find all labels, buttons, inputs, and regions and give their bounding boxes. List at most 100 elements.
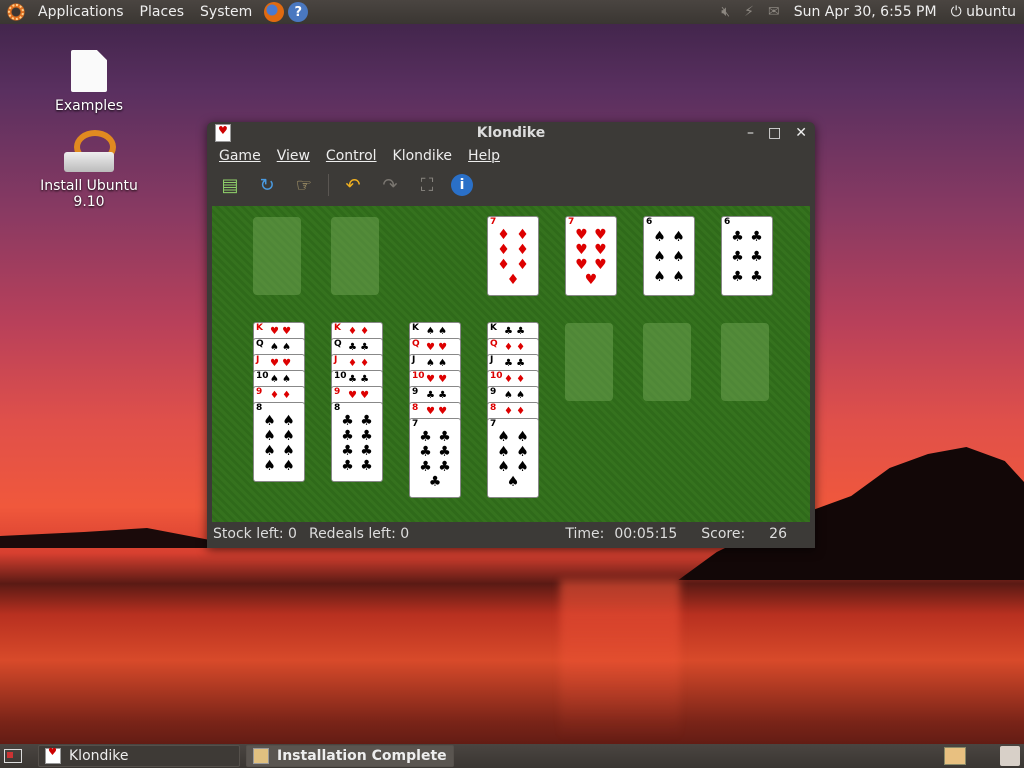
card-suit: ♠ ♠ <box>504 390 526 401</box>
card-suit: ♠ ♠ <box>270 342 292 353</box>
desktop-icon-examples[interactable]: Examples <box>24 50 154 114</box>
statusbar: Stock left: 0 Redeals left: 0 Time: 00:0… <box>207 522 815 546</box>
volume-muted-icon[interactable]: 🔇︎ <box>721 4 730 20</box>
card-rank: J <box>256 355 260 365</box>
mail-indicator-icon[interactable]: ✉︎ <box>768 4 780 20</box>
card-suit: ♦ ♦ <box>504 374 526 385</box>
card-suit: ♦ ♦ <box>504 342 526 353</box>
task-label: Installation Complete <box>277 748 447 764</box>
card-rank: 7 <box>568 217 575 227</box>
stock-slot[interactable] <box>253 217 301 295</box>
time-value: 00:05:15 <box>614 526 678 542</box>
taskbar-item-klondike[interactable]: Klondike <box>38 745 240 767</box>
window-titlebar[interactable]: Klondike – □ ✕ <box>207 122 815 144</box>
menubar: Game View Control Klondike Help <box>207 144 815 168</box>
score-value: 26 <box>769 526 787 542</box>
network-disconnected-icon[interactable]: ⚡︎ <box>744 4 754 20</box>
card-rank: 7 <box>490 217 497 227</box>
menu-klondike[interactable]: Klondike <box>385 148 461 164</box>
card-rank: Q <box>256 339 264 349</box>
toolbar: ▤ ↻ ☞ ↶ ↷ ⛶ i <box>207 168 815 202</box>
ubuntu-logo-icon[interactable] <box>6 2 26 22</box>
tableau-empty-slot-7[interactable] <box>721 323 769 401</box>
new-game-icon[interactable]: ▤ <box>217 172 243 198</box>
hint-icon[interactable]: ☞ <box>291 172 317 198</box>
card-suit: ♣ ♣ <box>504 326 526 337</box>
menu-control[interactable]: Control <box>318 148 385 164</box>
tableau-top-card[interactable]: 7 ♠ ♠ ♠ ♠ ♠ ♠ ♠ <box>487 418 539 498</box>
places-menu[interactable]: Places <box>132 4 193 20</box>
water-reflection <box>560 580 680 740</box>
desktop-icon-install-ubuntu[interactable]: Install Ubuntu 9.10 <box>24 130 154 210</box>
main-menu: Applications Places System ? <box>0 0 309 24</box>
card-rank: 9 <box>412 387 419 397</box>
card-rank: 10 <box>256 371 269 381</box>
tableau-top-card[interactable]: 8 ♠ ♠ ♠ ♠ ♠ ♠ ♠ ♠ <box>253 402 305 482</box>
window-title: Klondike <box>476 125 546 141</box>
klondike-task-icon <box>45 747 61 764</box>
card-pips: ♣ ♣ ♣ ♣ ♣ ♣ <box>731 229 763 285</box>
card-rank: 9 <box>334 387 341 397</box>
foundation-card-2[interactable]: 7 ♥ ♥ ♥ ♥ ♥ ♥ ♥ <box>565 216 617 296</box>
foundation-card-1[interactable]: 7 ♦ ♦ ♦ ♦ ♦ ♦ ♦ <box>487 216 539 296</box>
restart-icon[interactable]: ↻ <box>254 172 280 198</box>
system-menu[interactable]: System <box>192 4 260 20</box>
document-icon <box>71 50 107 92</box>
card-rank: 10 <box>412 371 425 381</box>
foundation-card-3[interactable]: 6 ♠ ♠ ♠ ♠ ♠ ♠ <box>643 216 695 296</box>
game-board[interactable]: 7 ♦ ♦ ♦ ♦ ♦ ♦ ♦ 7 ♥ ♥ ♥ ♥ ♥ ♥ ♥ 6 ♠ ♠ ♠ ♠ ♠ ♠ 6 ♣ ♣ ♣ ♣ ♣ ♣ K ♥ ♥ Q ♠ ♠ J… <box>212 206 810 522</box>
tableau-top-card[interactable]: 8 ♣ ♣ ♣ ♣ ♣ ♣ ♣ ♣ <box>331 402 383 482</box>
card-pips: ♣ ♣ ♣ ♣ ♣ ♣ ♣ ♣ <box>341 412 373 474</box>
foundation-card-4[interactable]: 6 ♣ ♣ ♣ ♣ ♣ ♣ <box>721 216 773 296</box>
tableau-empty-slot-5[interactable] <box>565 323 613 401</box>
card-pips: ♦ ♦ ♦ ♦ ♦ ♦ ♦ <box>497 226 529 288</box>
redeals-left: Redeals left: 0 <box>308 526 410 542</box>
workspace-switcher-icon[interactable] <box>944 747 966 765</box>
card-rank: Q <box>334 339 342 349</box>
tableau-top-card[interactable]: 7 ♣ ♣ ♣ ♣ ♣ ♣ ♣ <box>409 418 461 498</box>
stock-left: Stock left: 0 <box>213 526 297 542</box>
taskbar-item-installation[interactable]: Installation Complete <box>246 745 454 767</box>
minimize-button[interactable]: – <box>747 125 754 141</box>
card-rank: 8 <box>412 403 419 413</box>
trash-icon[interactable] <box>1000 746 1020 766</box>
card-suit: ♣ ♣ <box>426 390 448 401</box>
menu-game[interactable]: Game <box>211 148 269 164</box>
tableau-empty-slot-6[interactable] <box>643 323 691 401</box>
user-menu[interactable]: ⏻ ubuntu <box>951 4 1016 20</box>
card-rank: 8 <box>490 403 497 413</box>
card-suit: ♥ ♥ <box>426 406 448 417</box>
horizon-land-left <box>0 528 210 548</box>
redo-icon[interactable]: ↷ <box>377 172 403 198</box>
card-suit: ♦ ♦ <box>270 390 292 401</box>
menu-help[interactable]: Help <box>460 148 508 164</box>
card-rank: 10 <box>490 371 503 381</box>
card-rank: 7 <box>412 419 419 429</box>
card-rank: K <box>334 323 341 333</box>
undo-icon[interactable]: ↶ <box>340 172 366 198</box>
installer-task-icon <box>253 748 269 764</box>
power-icon: ⏻ <box>950 4 967 20</box>
fullscreen-icon[interactable]: ⛶ <box>414 172 440 198</box>
card-rank: Q <box>412 339 420 349</box>
show-desktop-icon[interactable] <box>4 749 22 763</box>
menu-view[interactable]: View <box>269 148 318 164</box>
close-button[interactable]: ✕ <box>795 125 807 141</box>
firefox-launcher-icon[interactable] <box>264 2 285 22</box>
card-pips: ♠ ♠ ♠ ♠ ♠ ♠ ♠ <box>497 428 529 490</box>
top-panel: Applications Places System ? 🔇︎ ⚡︎ ✉︎ Su… <box>0 0 1024 24</box>
clock[interactable]: Sun Apr 30, 6:55 PM <box>794 4 937 20</box>
help-launcher-icon[interactable]: ? <box>288 2 309 22</box>
time-label: Time: <box>565 526 605 542</box>
card-suit: ♥ ♥ <box>426 342 448 353</box>
bottom-panel: Klondike Installation Complete <box>0 744 1024 768</box>
user-name: ubuntu <box>966 4 1016 20</box>
maximize-button[interactable]: □ <box>768 125 781 141</box>
card-suit: ♥ ♥ <box>426 374 448 385</box>
toolbar-separator <box>328 174 329 196</box>
installer-drive-icon <box>64 130 116 174</box>
card-suit: ♦ ♦ <box>348 326 370 337</box>
waste-slot[interactable] <box>331 217 379 295</box>
info-icon[interactable]: i <box>451 174 473 196</box>
applications-menu[interactable]: Applications <box>30 4 132 20</box>
